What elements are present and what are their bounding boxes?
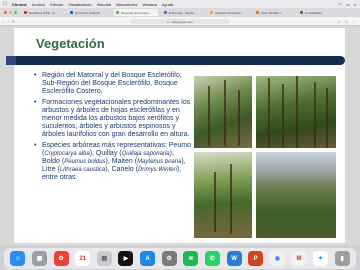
word-icon[interactable]: W xyxy=(226,251,242,266)
menu-item-app[interactable]: Chrome xyxy=(12,2,27,7)
forest-photo-2 xyxy=(256,76,336,148)
address-bar[interactable]: ● mail.google.com xyxy=(130,19,230,24)
appletv-icon[interactable]: ▶ xyxy=(118,251,134,266)
menu-item-marcadores[interactable]: Marcadores xyxy=(116,2,137,7)
menu-bar:  Chrome Archivo Edición Visualización H… xyxy=(0,0,360,8)
battery-icon[interactable]: ▭ xyxy=(346,2,350,7)
star-icon[interactable]: ☆ xyxy=(337,19,341,24)
apple-icon[interactable]:  xyxy=(3,1,7,7)
bullet-formaciones: Formaciones vegetacionales predominantes… xyxy=(34,99,192,139)
status-icons: ◠ ▭ ⌕ xyxy=(338,2,360,7)
reload-icon[interactable]: ↻ xyxy=(12,19,15,24)
page-content: Vegetación Región del Matorral y del Bos… xyxy=(0,26,360,245)
wifi-icon[interactable]: ◠ xyxy=(338,2,342,7)
menu-item-visualizacion[interactable]: Visualización xyxy=(68,2,91,7)
tab-gmail[interactable]: Recibidos (159) - cr... xyxy=(22,9,64,16)
bullet-list: Región del Matorral y del Bosque Escleró… xyxy=(34,72,192,185)
tab-personas[interactable]: Personas que busca... xyxy=(114,9,158,16)
window-controls xyxy=(0,11,21,14)
bullet-especies: Especies arbóreas más representativas: P… xyxy=(34,142,192,182)
menu-item-ayuda[interactable]: Ayuda xyxy=(162,2,173,7)
preview-icon[interactable]: ▤ xyxy=(96,251,112,266)
tab-moodle[interactable]: Inicio Moodle s... xyxy=(254,9,294,16)
spotify-icon[interactable]: ≋ xyxy=(183,251,199,266)
tab-bar: Recibidos (159) - cr... (8) Feed | Linke… xyxy=(0,8,360,17)
tab-entrevista[interactable]: Entrevista - Sesión... xyxy=(162,9,204,16)
title-rule xyxy=(6,56,345,65)
hillside-photo xyxy=(256,152,336,238)
search-icon[interactable]: ⌕ xyxy=(354,2,356,7)
whatsapp-icon[interactable]: ✆ xyxy=(204,251,220,266)
tab-abstract[interactable]: Abstract Conocimie... xyxy=(208,9,250,16)
chrome-icon[interactable]: ◉ xyxy=(269,251,285,266)
forward-icon[interactable]: › xyxy=(7,19,8,24)
appstore-icon[interactable]: A xyxy=(140,251,156,266)
photos-icon[interactable]: ✿ xyxy=(53,251,69,266)
tab-contabilidad[interactable]: Contabilidad xyxy=(298,9,338,16)
bullet-region: Región del Matorral y del Bosque Escleró… xyxy=(34,72,192,96)
slide: Vegetación Región del Matorral y del Bos… xyxy=(6,28,345,243)
launchpad-icon[interactable]: ▦ xyxy=(31,251,47,266)
back-icon[interactable]: ‹ xyxy=(3,19,4,24)
tab-favicon xyxy=(300,11,303,14)
zoom-icon[interactable] xyxy=(14,11,17,14)
close-icon[interactable] xyxy=(4,11,7,14)
gmail-dock-icon[interactable]: M xyxy=(291,251,307,266)
tab-favicon xyxy=(164,11,167,14)
menu-item-edicion[interactable]: Edición xyxy=(50,2,63,7)
menu-item-historial[interactable]: Historial xyxy=(97,2,111,7)
gmail-icon xyxy=(24,11,27,14)
tab-favicon xyxy=(256,11,259,14)
slide-title: Vegetación xyxy=(36,36,105,51)
settings-icon[interactable]: ⚙ xyxy=(161,251,177,266)
minimize-icon[interactable] xyxy=(9,11,12,14)
calendar-icon[interactable]: 21 xyxy=(75,251,91,266)
forest-photo-3 xyxy=(194,152,252,238)
lock-icon: ● xyxy=(167,19,169,24)
linkedin-icon xyxy=(70,11,73,14)
forest-photo-1 xyxy=(194,76,252,148)
tab-linkedin[interactable]: (8) Feed | LinkedIn xyxy=(68,9,110,16)
tab-favicon xyxy=(116,11,119,14)
dock: ☺ ▦ ✿ 21 ▤ ▶ A ⚙ ≋ ✆ W P ◉ M ✦ ▮ xyxy=(0,245,360,270)
tab-favicon xyxy=(210,11,213,14)
powerpoint-icon[interactable]: P xyxy=(248,251,264,266)
extensions-icon[interactable]: ◇ xyxy=(345,19,348,24)
toolbar: ‹ › ↻ ● mail.google.com ☆ ◇ ⋮ xyxy=(0,17,360,26)
menu-item-ventana[interactable]: Ventana xyxy=(142,2,157,7)
trash-icon[interactable]: ▮ xyxy=(334,251,350,266)
url-text: mail.google.com xyxy=(170,19,193,24)
menu-item-archivo[interactable]: Archivo xyxy=(32,2,45,7)
safari-icon[interactable]: ✦ xyxy=(313,251,329,266)
menu-icon[interactable]: ⋮ xyxy=(352,19,356,24)
finder-icon[interactable]: ☺ xyxy=(10,251,26,266)
